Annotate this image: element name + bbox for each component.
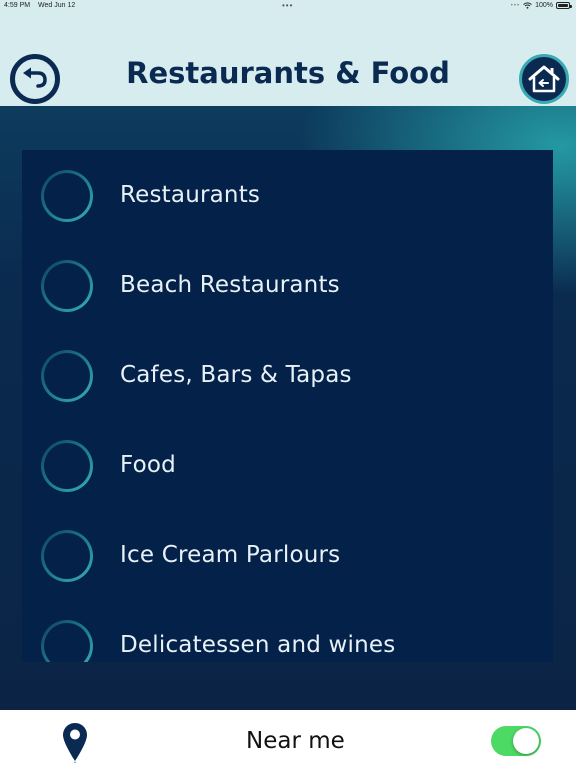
status-date: Wed Jun 12: [38, 2, 76, 9]
wifi-icon: [523, 2, 532, 9]
status-right: ••• 100%: [510, 2, 572, 9]
list-item-label: Food: [120, 452, 176, 478]
radio-button[interactable]: [41, 440, 93, 492]
list-item-beach-restaurants[interactable]: Beach Restaurants: [22, 240, 553, 330]
list-item-label: Beach Restaurants: [120, 272, 340, 298]
radio-button[interactable]: [41, 530, 93, 582]
list-item-ice-cream-parlours[interactable]: Ice Cream Parlours: [22, 510, 553, 600]
signal-icon: •••: [510, 2, 521, 9]
list-item-label: Restaurants: [120, 182, 261, 208]
multitasking-dots-icon: •••: [282, 1, 294, 10]
delicatessen-label-overflow: Delicatessen and wines: [120, 632, 396, 658]
radio-button[interactable]: [41, 620, 93, 662]
list-item-label: Cafes, Bars & Tapas: [120, 362, 352, 388]
list-item-food[interactable]: Food: [22, 420, 553, 510]
status-time: 4:59 PM: [4, 2, 31, 9]
toggle-knob[interactable]: [513, 728, 539, 754]
header: Restaurants & Food: [0, 14, 576, 106]
radio-button[interactable]: [41, 170, 93, 222]
status-bar: 4:59 PM Wed Jun 12 ••• ••• 100%: [0, 0, 576, 14]
list-item-cafes-bars-tapas[interactable]: Cafes, Bars & Tapas: [22, 330, 553, 420]
battery-icon: [556, 2, 572, 9]
home-icon: [528, 65, 560, 93]
content-area: Restaurants Beach Restaurants Cafes, Bar…: [0, 106, 576, 710]
radio-button[interactable]: [41, 350, 93, 402]
radio-button[interactable]: [41, 260, 93, 312]
home-button[interactable]: [519, 54, 569, 104]
near-me-toggle[interactable]: [491, 726, 541, 756]
category-list[interactable]: Restaurants Beach Restaurants Cafes, Bar…: [22, 150, 553, 662]
list-item-restaurants[interactable]: Restaurants: [22, 150, 553, 240]
near-me-label: Near me: [246, 728, 345, 754]
page-title: Restaurants & Food: [126, 56, 450, 90]
bottom-bar: Near me: [0, 710, 576, 768]
location-pin-icon: [63, 723, 87, 763]
battery-percent: 100%: [535, 2, 553, 9]
list-item-label: Ice Cream Parlours: [120, 542, 341, 568]
